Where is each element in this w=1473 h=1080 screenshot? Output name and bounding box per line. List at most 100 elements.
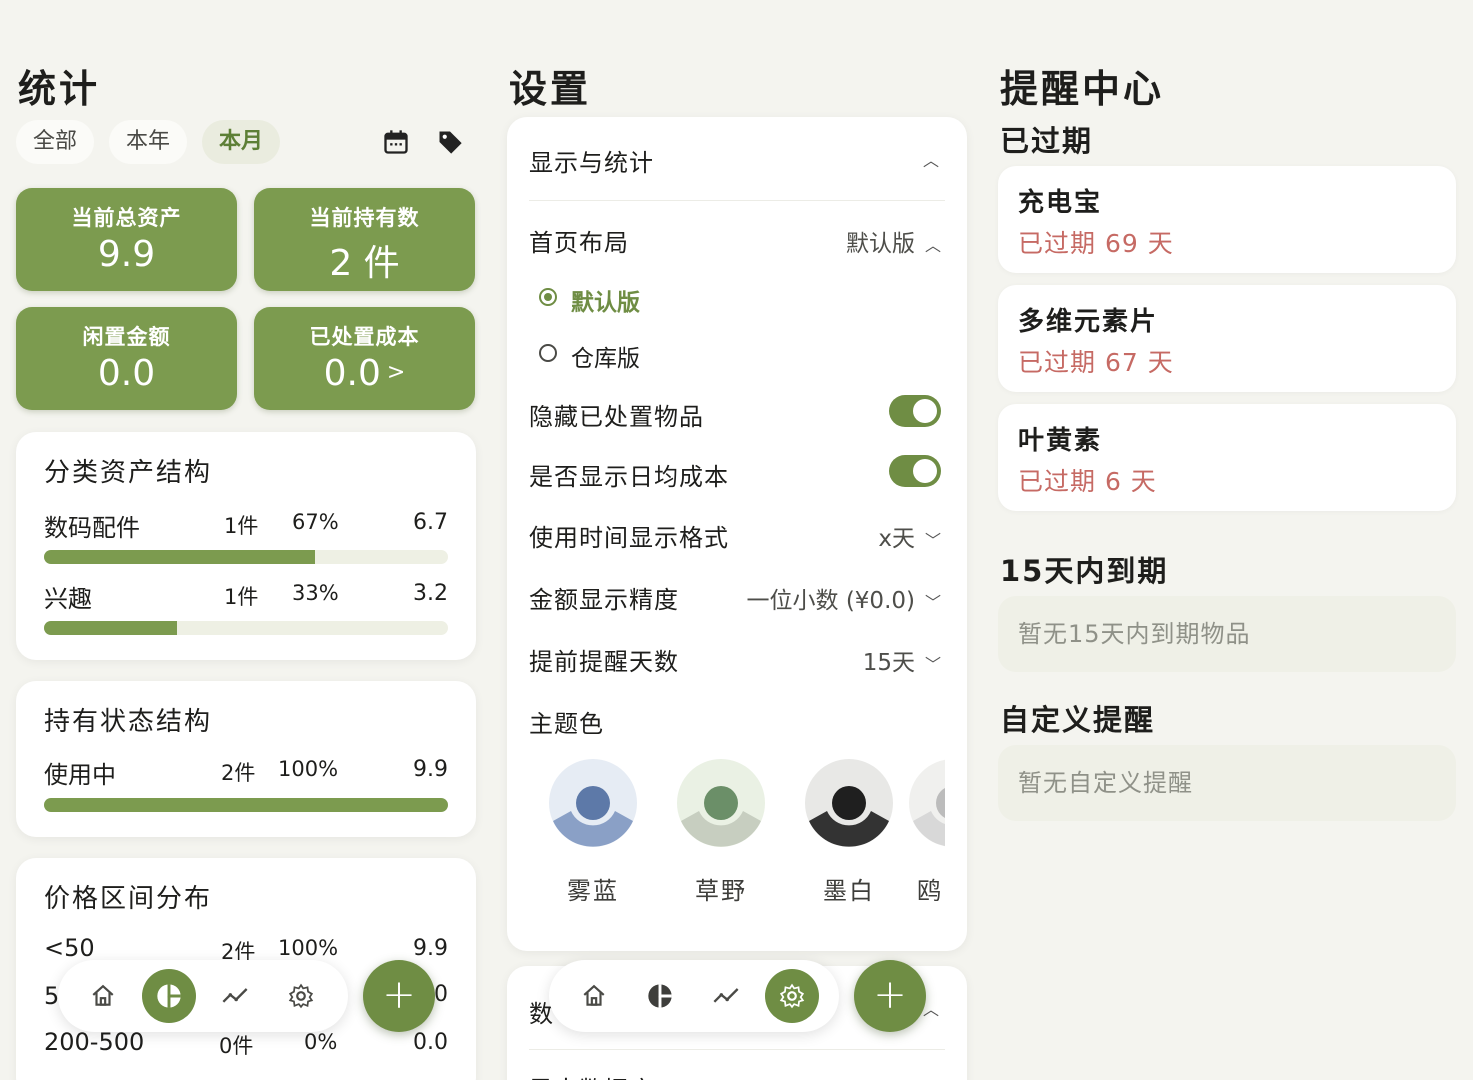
theme-name: 鸥 <box>917 877 943 905</box>
radio-default-layout[interactable] <box>539 288 557 306</box>
chevron-down-icon: ﹀ <box>924 593 941 612</box>
pie-chart-icon[interactable] <box>142 969 196 1023</box>
disposed-cost-value: 0.0 > <box>323 353 406 394</box>
home-layout-select[interactable]: 默认版 ︿ <box>846 224 941 258</box>
theme-option[interactable]: 草野 <box>671 757 771 906</box>
gear-icon[interactable] <box>765 969 819 1023</box>
add-item-button[interactable]: + <box>363 960 435 1032</box>
hide-disposed-label: 隐藏已处置物品 <box>529 403 704 431</box>
soon-section-title: 15天内到期 <box>1000 554 1169 588</box>
custom-section-title: 自定义提醒 <box>1000 703 1156 737</box>
show-daily-cost-label: 是否显示日均成本 <box>529 463 729 491</box>
reminder-panel: 提醒中心 已过期 充电宝 已过期 69 天 多维元素片 已过期 67 天 叶黄素… <box>998 0 1458 1080</box>
category-structure-card: 分类资产结构 数码配件 1件 67% 6.7 兴趣 1件 33% 3.2 <box>16 432 476 660</box>
reminder-item[interactable]: 叶黄素 已过期 6 天 <box>998 404 1456 511</box>
filter-all[interactable]: 全部 <box>16 120 95 164</box>
theme-color-label: 主题色 <box>529 710 604 738</box>
radio-default-layout-label[interactable]: 默认版 <box>571 283 640 317</box>
price-distribution-title: 价格区间分布 <box>44 884 213 914</box>
theme-name: 草野 <box>695 877 747 905</box>
add-item-button[interactable]: + <box>854 960 926 1032</box>
category-row-pct: 33% <box>292 581 339 605</box>
price-row-count: 0件 <box>219 1034 254 1058</box>
disposed-cost-label: 已处置成本 <box>309 325 420 349</box>
remind-days-label: 提前提醒天数 <box>529 648 679 676</box>
reminder-item-status: 已过期 69 天 <box>1018 229 1174 258</box>
idle-amount-value: 0.0 <box>97 353 156 394</box>
status-progress-bar <box>44 798 448 812</box>
settings-panel: 设置 显示与统计 ︿ 首页布局 默认版 ︿ 默认版 仓库版 隐藏已处置物品 是否显… <box>507 0 967 1080</box>
category-row-name: 兴趣 <box>44 585 92 613</box>
total-assets-label: 当前总资产 <box>71 206 182 230</box>
category-row-count: 1件 <box>224 514 259 538</box>
divider <box>529 1049 945 1050</box>
theme-swatch-icon <box>677 759 765 847</box>
holding-count-card: 当前持有数 2 件 <box>254 188 475 291</box>
pie-chart-icon[interactable] <box>633 972 687 1020</box>
reminder-item-name: 多维元素片 <box>1018 307 1159 337</box>
chevron-down-icon: ﹀ <box>924 655 941 674</box>
theme-swatch-icon <box>549 759 637 847</box>
status-row-pct: 100% <box>278 757 339 781</box>
theme-swatch-icon <box>909 759 945 847</box>
theme-swatch-icon <box>805 759 893 847</box>
time-format-select[interactable]: x天 ﹀ <box>878 519 941 553</box>
theme-option[interactable]: 鸥 <box>903 757 945 906</box>
show-daily-cost-toggle[interactable] <box>889 455 941 487</box>
export-db-label[interactable]: 导出数据库 <box>529 1070 654 1080</box>
theme-option[interactable]: 墨白 <box>799 757 899 906</box>
tag-icon[interactable] <box>436 128 464 156</box>
filter-month[interactable]: 本月 <box>202 120 281 164</box>
chevron-up-icon[interactable]: ︿ <box>923 147 939 171</box>
idle-amount-card: 闲置金额 0.0 <box>16 307 237 410</box>
reminder-item-name: 充电宝 <box>1018 188 1103 218</box>
disposed-cost-card[interactable]: 已处置成本 0.0 > <box>254 307 475 410</box>
theme-picker: 雾蓝 草野 墨白 鸥 <box>529 757 945 927</box>
holding-count-label: 当前持有数 <box>309 206 420 230</box>
page-title: 统计 <box>18 67 101 111</box>
price-row-name: 5 <box>44 982 60 1010</box>
status-row-name: 使用中 <box>44 761 116 789</box>
price-row-amount: 0 <box>434 982 448 1007</box>
idle-amount-label: 闲置金额 <box>82 325 171 349</box>
home-icon[interactable] <box>76 972 130 1020</box>
chevron-right-icon: > <box>386 360 406 385</box>
price-row-pct: 0% <box>304 1030 338 1054</box>
amount-precision-select[interactable]: 一位小数 (¥0.0) ﹀ <box>747 581 941 615</box>
category-row-amount: 6.7 <box>413 510 448 535</box>
trend-icon[interactable] <box>699 972 753 1020</box>
time-format-label: 使用时间显示格式 <box>529 524 729 552</box>
category-row-count: 1件 <box>224 585 259 609</box>
soon-empty-state: 暂无15天内到期物品 <box>998 596 1456 672</box>
bottom-navbar <box>549 960 839 1032</box>
page-title: 设置 <box>509 67 592 111</box>
amount-precision-label: 金额显示精度 <box>529 586 679 614</box>
section-title: 显示与统计 <box>529 149 654 177</box>
category-progress-bar <box>44 550 448 564</box>
radio-warehouse-layout-label[interactable]: 仓库版 <box>571 339 640 373</box>
reminder-item[interactable]: 多维元素片 已过期 67 天 <box>998 285 1456 392</box>
category-progress-bar <box>44 621 448 635</box>
filter-year[interactable]: 本年 <box>109 120 188 164</box>
hide-disposed-toggle[interactable] <box>889 395 941 427</box>
price-row-name: <50 <box>44 934 95 962</box>
status-structure-title: 持有状态结构 <box>44 707 213 737</box>
trend-icon[interactable] <box>208 972 262 1020</box>
home-icon[interactable] <box>567 972 621 1020</box>
radio-warehouse-layout[interactable] <box>539 344 557 362</box>
reminder-item[interactable]: 充电宝 已过期 69 天 <box>998 166 1456 273</box>
chevron-up-icon: ︿ <box>924 236 941 255</box>
price-row-pct: 100% <box>278 936 339 960</box>
calendar-icon[interactable] <box>382 128 410 156</box>
total-assets-card: 当前总资产 9.9 <box>16 188 237 291</box>
category-row-name: 数码配件 <box>44 514 140 542</box>
reminder-item-status: 已过期 67 天 <box>1018 348 1174 377</box>
category-row-amount: 3.2 <box>413 581 448 606</box>
theme-option[interactable]: 雾蓝 <box>543 757 643 906</box>
status-structure-card: 持有状态结构 使用中 2件 100% 9.9 <box>16 681 476 837</box>
category-structure-title: 分类资产结构 <box>44 458 213 488</box>
reminder-item-status: 已过期 6 天 <box>1018 467 1157 496</box>
remind-days-select[interactable]: 15天 ﹀ <box>863 643 941 677</box>
gear-icon[interactable] <box>274 972 328 1020</box>
holding-count-value: 2 件 <box>329 243 400 284</box>
